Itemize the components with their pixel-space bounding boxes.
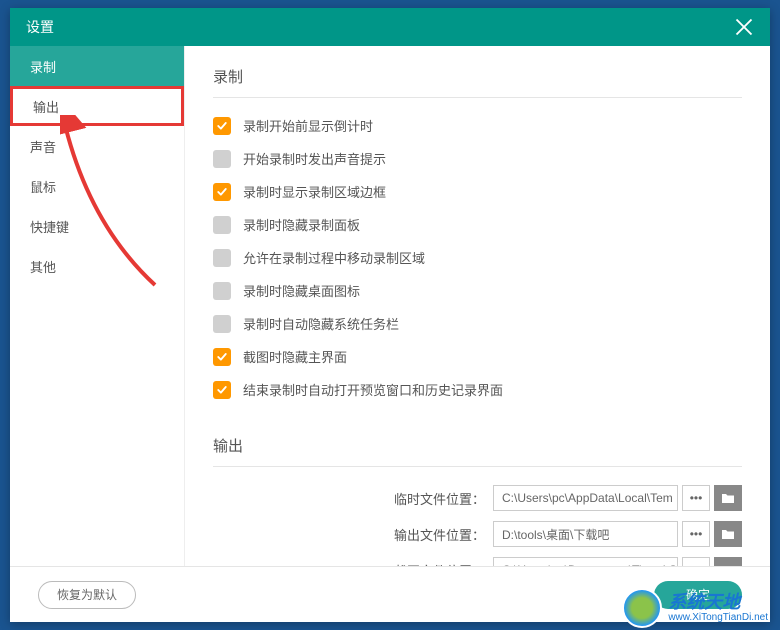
checkbox-label: 录制开始前显示倒计时 — [243, 116, 373, 135]
checkbox[interactable] — [213, 183, 231, 201]
checkbox-row: 录制时显示录制区域边框 — [213, 182, 742, 201]
browse-button[interactable]: ••• — [682, 485, 710, 511]
checkbox-row: 录制时隐藏录制面板 — [213, 215, 742, 234]
checkbox-row: 允许在录制过程中移动录制区域 — [213, 248, 742, 267]
sidebar-item-other[interactable]: 其他 — [10, 246, 184, 286]
sidebar: 录制 输出 声音 鼠标 快捷键 其他 — [10, 46, 185, 566]
open-folder-button[interactable] — [714, 557, 742, 566]
sidebar-item-label: 其他 — [30, 257, 56, 276]
ellipsis-icon: ••• — [690, 563, 703, 566]
checkbox-label: 录制时隐藏录制面板 — [243, 215, 360, 234]
sidebar-item-label: 快捷键 — [30, 217, 69, 236]
browse-button[interactable]: ••• — [682, 557, 710, 566]
close-icon[interactable] — [734, 17, 754, 37]
checkbox-label: 录制时自动隐藏系统任务栏 — [243, 314, 399, 333]
checkbox-row: 录制时隐藏桌面图标 — [213, 281, 742, 300]
window-title: 设置 — [26, 17, 54, 37]
ellipsis-icon: ••• — [690, 491, 703, 505]
checkbox-row: 截图时隐藏主界面 — [213, 347, 742, 366]
checkbox-label: 结束录制时自动打开预览窗口和历史记录界面 — [243, 380, 503, 399]
checkbox[interactable] — [213, 117, 231, 135]
checkbox-label: 录制时隐藏桌面图标 — [243, 281, 360, 300]
checkbox-label: 允许在录制过程中移动录制区域 — [243, 248, 425, 267]
checkbox-row: 录制时自动隐藏系统任务栏 — [213, 314, 742, 333]
path-row: 临时文件位置：C:\Users\pc\AppData\Local\Tem ••• — [213, 485, 742, 511]
path-row: 截图文件位置：C:\Users\pc\Documents\Tipard S ••• — [213, 557, 742, 566]
sidebar-item-label: 录制 — [30, 57, 56, 76]
footer: 恢复为默认 确定 — [10, 566, 770, 622]
sidebar-item-hotkey[interactable]: 快捷键 — [10, 206, 184, 246]
path-label: 截图文件位置： — [213, 561, 493, 567]
folder-icon — [721, 492, 735, 504]
output-section: 输出 临时文件位置：C:\Users\pc\AppData\Local\Tem •… — [213, 435, 742, 566]
checkbox[interactable] — [213, 315, 231, 333]
checkbox[interactable] — [213, 282, 231, 300]
section-title-recording: 录制 — [213, 66, 742, 98]
sidebar-item-label: 声音 — [30, 137, 56, 156]
checkbox-label: 截图时隐藏主界面 — [243, 347, 347, 366]
path-row: 输出文件位置：D:\tools\桌面\下载吧 ••• — [213, 521, 742, 547]
folder-icon — [721, 528, 735, 540]
checkbox-row: 结束录制时自动打开预览窗口和历史记录界面 — [213, 380, 742, 399]
checkbox[interactable] — [213, 381, 231, 399]
sidebar-item-mouse[interactable]: 鼠标 — [10, 166, 184, 206]
path-input[interactable]: C:\Users\pc\Documents\Tipard S — [493, 557, 678, 566]
folder-icon — [721, 564, 735, 566]
titlebar: 设置 — [10, 8, 770, 46]
window-body: 录制 输出 声音 鼠标 快捷键 其他 录制 录制开始前显示倒计时开始录制时发出声… — [10, 46, 770, 566]
content-panel: 录制 录制开始前显示倒计时开始录制时发出声音提示录制时显示录制区域边框录制时隐藏… — [185, 46, 770, 566]
section-title-output: 输出 — [213, 435, 742, 467]
checkbox-row: 开始录制时发出声音提示 — [213, 149, 742, 168]
checkbox-label: 录制时显示录制区域边框 — [243, 182, 386, 201]
sidebar-item-label: 输出 — [33, 97, 59, 116]
checkbox[interactable] — [213, 249, 231, 267]
sidebar-item-label: 鼠标 — [30, 177, 56, 196]
settings-window: 设置 录制 输出 声音 鼠标 快捷键 其他 — [10, 8, 770, 622]
restore-defaults-button[interactable]: 恢复为默认 — [38, 581, 136, 609]
checkbox[interactable] — [213, 216, 231, 234]
path-label: 输出文件位置： — [213, 525, 493, 544]
open-folder-button[interactable] — [714, 521, 742, 547]
path-input[interactable]: D:\tools\桌面\下载吧 — [493, 521, 678, 547]
path-input[interactable]: C:\Users\pc\AppData\Local\Tem — [493, 485, 678, 511]
sidebar-item-sound[interactable]: 声音 — [10, 126, 184, 166]
checkbox-row: 录制开始前显示倒计时 — [213, 116, 742, 135]
open-folder-button[interactable] — [714, 485, 742, 511]
checkbox[interactable] — [213, 150, 231, 168]
path-label: 临时文件位置： — [213, 489, 493, 508]
sidebar-item-output[interactable]: 输出 — [10, 86, 184, 126]
sidebar-item-recording[interactable]: 录制 — [10, 46, 184, 86]
checkbox-label: 开始录制时发出声音提示 — [243, 149, 386, 168]
browse-button[interactable]: ••• — [682, 521, 710, 547]
checkbox[interactable] — [213, 348, 231, 366]
confirm-button[interactable]: 确定 — [654, 581, 742, 609]
ellipsis-icon: ••• — [690, 527, 703, 541]
